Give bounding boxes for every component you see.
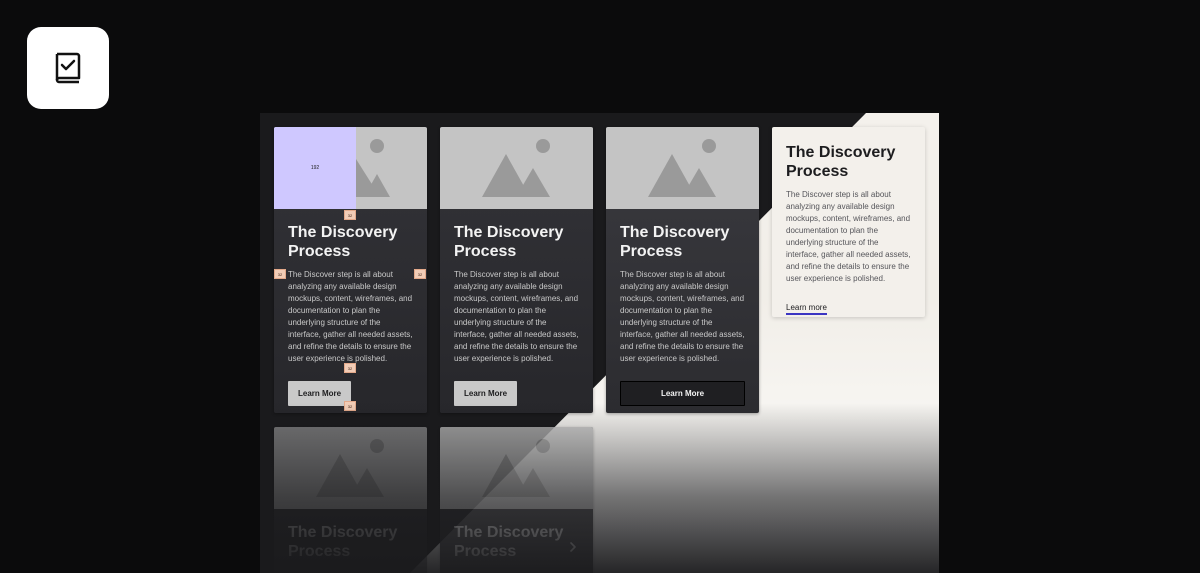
spacing-tag: 32 [414,269,426,279]
card-image-placeholder [274,427,427,509]
card[interactable]: 192 32 32 32 32 32 The Discovery Process… [274,127,427,413]
image-icon [648,139,716,197]
learn-more-button[interactable]: Learn More [288,381,352,406]
card[interactable]: The Discovery Process [274,427,427,573]
card-title: The Discovery Process [454,224,564,260]
card-description: The Discover step is all about analyzing… [454,270,579,363]
spacing-tag: 32 [344,210,356,220]
card[interactable]: The Discovery Process [440,427,593,573]
card-image-placeholder [606,127,759,209]
card-image-placeholder: 192 [274,127,427,209]
card-title: The Discovery Process [620,224,730,260]
image-icon [316,439,384,497]
card-image-placeholder [440,427,593,509]
spacing-annotation-box: 192 [274,127,356,209]
chevron-right-icon[interactable] [567,541,579,553]
spacing-tag: 32 [344,401,356,411]
app-icon-tile [27,27,109,109]
card-description: The Discover step is all about analyzing… [620,270,745,363]
card-description: The Discover step is all about analyzing… [288,270,413,363]
card-title: The Discovery Process [288,524,398,560]
spacing-tag: 32 [344,363,356,373]
learn-more-button[interactable]: Learn More [620,381,745,406]
image-icon [482,139,550,197]
card-title: The Discovery Process [288,224,398,260]
card[interactable]: The Discovery Process The Discover step … [440,127,593,413]
book-check-icon [55,52,81,84]
card-title: The Discovery Process [454,524,564,560]
card-showcase-panel: 192 32 32 32 32 32 The Discovery Process… [260,113,939,573]
learn-more-button[interactable]: Learn More [454,381,518,406]
card-title: The Discovery Process [786,144,896,180]
card[interactable]: The Discovery Process The Discover step … [606,127,759,413]
image-icon [482,439,550,497]
card-image-placeholder [440,127,593,209]
card[interactable]: The Discovery Process The Discover step … [772,127,925,317]
spacing-tag: 32 [274,269,286,279]
card-description: The Discover step is all about analyzing… [786,190,911,283]
learn-more-link[interactable]: Learn more [786,303,827,315]
